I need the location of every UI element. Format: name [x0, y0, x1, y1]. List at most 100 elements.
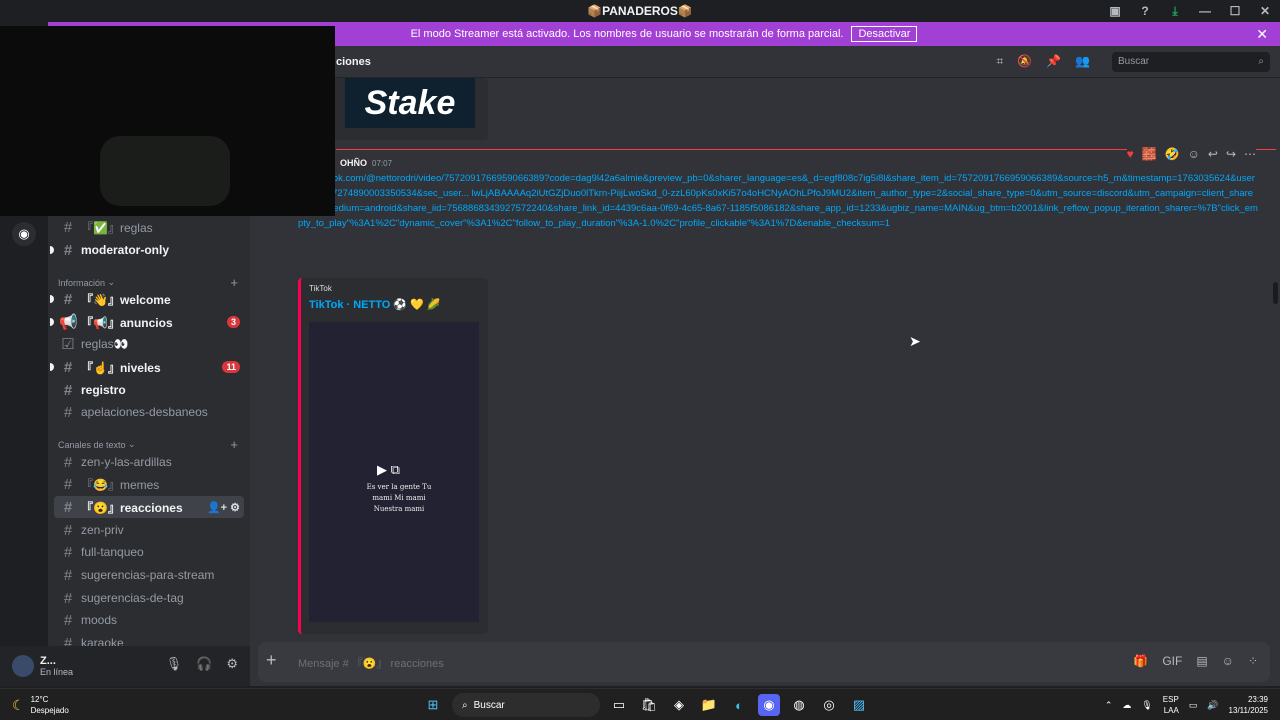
windows-start-icon[interactable]: ⊞	[422, 694, 444, 716]
channel-registro[interactable]: # registro	[54, 379, 244, 401]
gif-icon[interactable]: GIF	[1162, 654, 1182, 668]
channel-niveles[interactable]: # 『☝』niveles 11	[50, 356, 244, 378]
microphone-icon[interactable]: 🎙	[166, 656, 183, 672]
explorer-icon[interactable]: 📁	[698, 694, 720, 716]
hash-icon: #	[63, 589, 73, 607]
play-icon[interactable]: ▶ ⧉	[377, 462, 400, 478]
forward-icon[interactable]: ↪	[1226, 147, 1236, 161]
message-actions: ♥ 🧱 🤣 ☺ ↩ ↪ ⋯	[1126, 147, 1256, 161]
message-link[interactable]: www.tiktok.com/@nettorodri/video/7572091…	[298, 171, 1258, 231]
channel-zen-priv[interactable]: # zen-priv	[54, 519, 244, 541]
close-icon[interactable]: ✕	[1250, 4, 1280, 18]
message-composer[interactable]: + Mensaje # 『😮』 reacciones 🎁 GIF ▤ ☺ ⁘	[258, 642, 1270, 682]
pin-icon[interactable]: 📌	[1046, 54, 1061, 69]
channel-apelaciones[interactable]: # apelaciones-desbaneos	[54, 401, 244, 423]
gift-icon[interactable]: 🎁	[1133, 654, 1148, 668]
discord-icon[interactable]: ◉	[758, 694, 780, 716]
more-icon[interactable]: ⋯	[1244, 147, 1256, 161]
members-icon[interactable]: 👥	[1075, 54, 1090, 69]
hash-icon: #	[63, 634, 73, 647]
close-banner-icon[interactable]: ✕	[1256, 26, 1268, 43]
username: Z...	[40, 655, 56, 667]
channel-reglas[interactable]: ☑ reglas👀	[54, 333, 244, 355]
apps-icon[interactable]: ⁘	[1248, 654, 1258, 668]
download-icon[interactable]: ⤓	[1160, 4, 1190, 19]
photos-icon[interactable]: ▨	[848, 694, 870, 716]
channel-reglas-top[interactable]: # 『✅』reglas	[54, 216, 244, 238]
channel-anuncios[interactable]: 📢 『📢』anuncios 3	[50, 311, 244, 333]
tiktok-embed: TikTok TikTok · NETTO ⚽ 💛 🌽 ▶ ⧉ Es ver l…	[298, 278, 488, 634]
moon-icon: ☾	[12, 696, 25, 713]
channel-header: ciones ⌗ 🔕 📌 👥 Buscar ⌕	[250, 46, 1280, 78]
user-status: En línea	[40, 667, 74, 677]
channel-karaoke[interactable]: # karaoke	[54, 632, 244, 647]
channel-sugerencias-para-stream[interactable]: # sugerencias-para-stream	[54, 564, 244, 586]
channel-moderator-only[interactable]: # moderator-only	[50, 239, 244, 261]
sticker-icon[interactable]: ▤	[1196, 654, 1207, 668]
maximize-icon[interactable]: ☐	[1220, 4, 1250, 18]
copilot-icon[interactable]: ◈	[668, 694, 690, 716]
scrollbar[interactable]	[1273, 282, 1278, 304]
laugh-reaction-icon[interactable]: 🤣	[1165, 147, 1180, 161]
emoji-icon[interactable]: ☺	[1222, 654, 1234, 668]
channel-full-tanqueo[interactable]: # full-tanqueo	[54, 541, 244, 563]
reply-icon[interactable]: ↩	[1208, 147, 1218, 161]
taskbar: ☾ 12°C Despejado ⊞ ⌕ Buscar ▭ 🛍 ◈ 📁 ◐ ◉ ◍ …	[0, 688, 1280, 720]
window-title: 📦PANADEROS📦	[587, 4, 693, 18]
channel-memes[interactable]: # 『😂』memes	[54, 473, 244, 495]
store-icon[interactable]: 🛍	[638, 694, 660, 716]
channel-settings-icon[interactable]: 👤+ ⚙	[207, 501, 240, 514]
chevron-up-icon[interactable]: ⌃	[1105, 700, 1113, 711]
search-icon: ⌕	[462, 699, 468, 711]
clock[interactable]: 23:39 13/11/2025	[1229, 694, 1268, 716]
search-input[interactable]: Buscar ⌕	[1112, 52, 1270, 72]
weather-widget[interactable]: ☾ 12°C Despejado	[12, 694, 69, 716]
emoji-reaction-icon[interactable]: 🧱	[1142, 147, 1157, 161]
chrome-icon[interactable]: ◎	[818, 694, 840, 716]
hash-icon: #	[63, 498, 73, 516]
channel-welcome[interactable]: # 『👋』welcome	[50, 288, 244, 310]
video-thumbnail[interactable]: ▶ ⧉ Es ver la gente Tu mami Mi mami Nues…	[309, 322, 479, 622]
hash-icon: #	[63, 543, 73, 561]
channel-reacciones[interactable]: # 『😮』reacciones 👤+ ⚙	[54, 496, 244, 518]
threads-icon[interactable]: ⌗	[996, 54, 1003, 69]
chat-area: ciones ⌗ 🔕 📌 👥 Buscar ⌕ Stake ♥ 🧱 🤣 ☺ ↩ …	[250, 46, 1280, 686]
category-canales-texto[interactable]: Canales de texto ⌄ +	[58, 437, 238, 452]
headphones-icon[interactable]: 🎧	[196, 656, 212, 672]
heart-reaction-icon[interactable]: ♥	[1127, 147, 1134, 161]
message-author[interactable]: OHÑO	[340, 158, 367, 168]
help-icon[interactable]: ?	[1130, 4, 1160, 18]
taskbar-search[interactable]: ⌕ Buscar	[452, 693, 600, 717]
volume-icon[interactable]: 🔊	[1207, 700, 1218, 711]
add-reaction-icon[interactable]: ☺	[1188, 147, 1200, 161]
hash-icon: #	[63, 475, 73, 493]
embed-provider: TikTok	[309, 284, 332, 293]
notifications-icon[interactable]: 🔕	[1017, 54, 1032, 69]
avatar[interactable]	[12, 655, 34, 677]
search-icon: ⌕	[1258, 56, 1264, 67]
channel-sugerencias-de-tag[interactable]: # sugerencias-de-tag	[54, 587, 244, 609]
deactivate-button[interactable]: Desactivar	[851, 26, 918, 42]
app-icon[interactable]: ◍	[788, 694, 810, 716]
embed-title[interactable]: TikTok · NETTO ⚽ 💛 🌽	[309, 298, 441, 311]
channel-zen-y-las-ardillas[interactable]: # zen-y-las-ardillas	[54, 451, 244, 473]
user-panel: Z... En línea 🎙 🎧 ⚙	[0, 646, 250, 686]
cloud-icon[interactable]: ☁	[1122, 700, 1131, 711]
channel-moods[interactable]: # moods	[54, 609, 244, 631]
network-icon[interactable]: ▭	[1189, 700, 1198, 711]
minimize-icon[interactable]: —	[1190, 4, 1220, 18]
inbox-icon[interactable]: ▣	[1100, 4, 1130, 18]
add-channel-icon[interactable]: +	[230, 437, 238, 452]
hash-icon: #	[63, 521, 73, 539]
task-view-icon[interactable]: ▭	[608, 694, 630, 716]
gear-icon[interactable]: ⚙	[226, 656, 238, 672]
banner-text: El modo Streamer está activado. Los nomb…	[410, 28, 844, 40]
server-icon[interactable]: ◉	[12, 222, 36, 246]
message-input[interactable]: Mensaje # 『😮』 reacciones	[298, 655, 444, 671]
edge-icon[interactable]: ◐	[728, 694, 750, 716]
attach-icon[interactable]: +	[266, 650, 277, 671]
rules-icon: ☑	[61, 336, 75, 353]
hash-icon: #	[63, 358, 73, 376]
mic-icon[interactable]: 🎙	[1141, 700, 1152, 711]
stake-image[interactable]: Stake	[345, 78, 475, 128]
